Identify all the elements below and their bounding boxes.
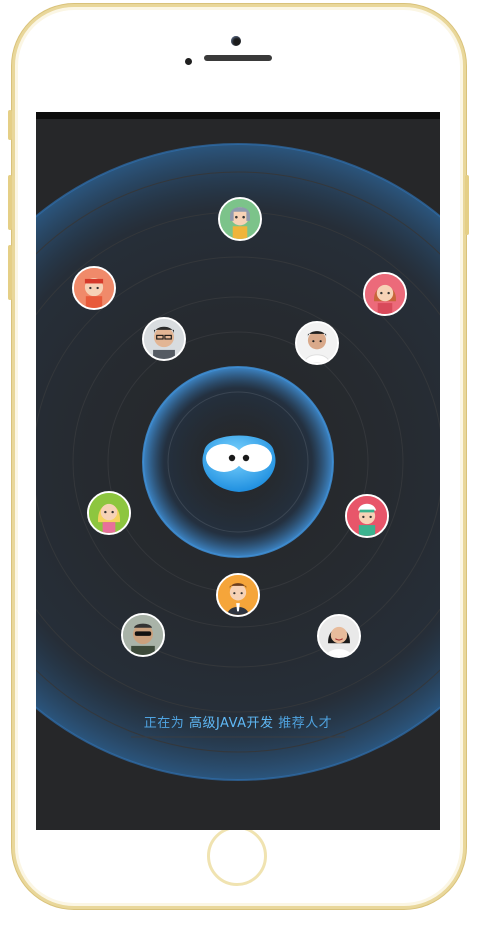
home-button[interactable] <box>207 826 267 886</box>
mute-switch <box>8 110 12 140</box>
avatar-cartoon-nurse[interactable] <box>345 494 389 538</box>
status-job-title: 高级JAVA开发 <box>188 716 274 731</box>
avatar-photo-man-sunglasses[interactable] <box>121 613 165 657</box>
avatar-cartoon-woman-red-hair[interactable] <box>363 272 407 316</box>
status-suffix: 推荐人才 <box>278 716 333 731</box>
avatar-cartoon-blonde-woman[interactable] <box>87 491 131 535</box>
avatar-photo-man-white-shirt[interactable] <box>295 321 339 365</box>
app-screen: 正在为 高级JAVA开发 推荐人才 <box>36 112 440 830</box>
volume-up-button <box>8 175 12 230</box>
status-prefix: 正在为 <box>143 716 185 731</box>
proximity-sensor <box>185 58 192 65</box>
recommendation-status-text: 正在为 高级JAVA开发 推荐人才 <box>36 712 440 731</box>
avatar-cartoon-girl-gray-hair[interactable] <box>218 197 262 241</box>
avatar-photo-man-glasses[interactable] <box>142 317 186 361</box>
power-button <box>465 175 469 235</box>
avatar-cartoon-businessman[interactable] <box>216 573 260 617</box>
avatar-photo-woman-smiling[interactable] <box>317 614 361 658</box>
avatar-cartoon-boy-headband[interactable] <box>72 266 116 310</box>
front-camera <box>231 36 241 46</box>
earpiece-speaker <box>204 55 272 61</box>
volume-down-button <box>8 245 12 300</box>
